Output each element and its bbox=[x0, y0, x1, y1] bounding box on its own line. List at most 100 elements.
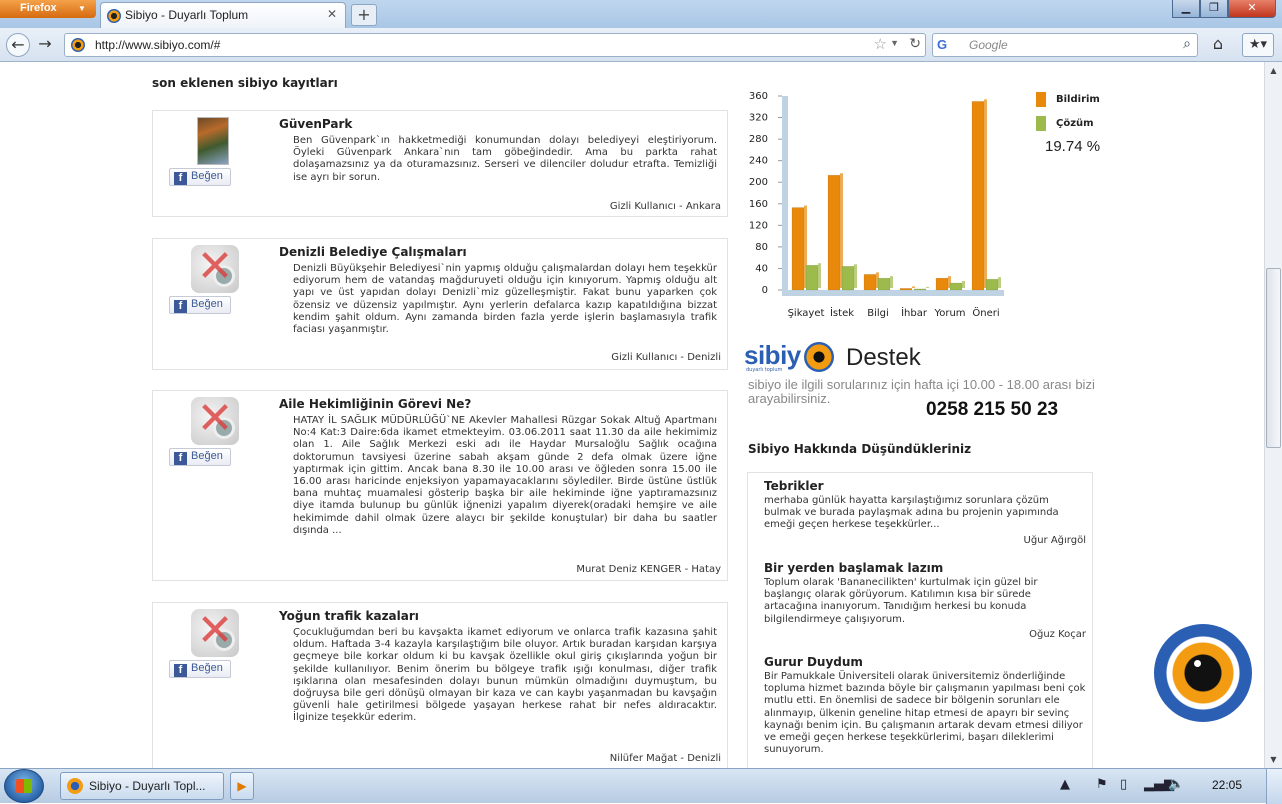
taskbar-media-player[interactable]: ▶ bbox=[230, 772, 254, 800]
feed-heading: son eklenen sibiyo kayıtları bbox=[152, 76, 338, 90]
url-text: http://www.sibiyo.com/# bbox=[95, 38, 221, 52]
no-image-placeholder-icon: ✕ bbox=[191, 397, 239, 445]
logo-tagline: duyarlı toplum bbox=[746, 367, 783, 373]
bar bbox=[841, 266, 855, 291]
title-bar: Firefox ▼ Sibiyo - Duyarlı Toplum ✕ + ▁ … bbox=[0, 0, 1282, 28]
chart-wall bbox=[782, 96, 788, 296]
record-author: Nilüfer Mağat - Denizli bbox=[609, 753, 721, 764]
record-title[interactable]: Aile Hekimliğinin Görevi Ne? bbox=[279, 397, 471, 411]
close-tab-icon[interactable]: ✕ bbox=[327, 7, 337, 21]
bookmark-star-icon[interactable]: ☆ bbox=[874, 35, 887, 53]
record-title[interactable]: Denizli Belediye Çalışmaları bbox=[279, 245, 467, 259]
bar-side bbox=[890, 276, 893, 288]
web-page: son eklenen sibiyo kayıtları f Beğen Güve… bbox=[0, 62, 1264, 768]
record-card[interactable]: ✕ f Beğen Aile Hekimliğinin Görevi Ne? HA… bbox=[152, 390, 728, 581]
legend-label: Çözüm bbox=[1056, 118, 1094, 129]
history-dropdown-icon[interactable]: ▼ bbox=[890, 38, 899, 48]
opinion-author: Oğuz Koçar bbox=[1029, 628, 1086, 640]
back-button[interactable]: ← bbox=[6, 33, 30, 57]
firefox-menu-button[interactable]: Firefox ▼ bbox=[0, 0, 96, 18]
record-body: HATAY İL SAĞLIK MÜDÜRLÜĞÜ`NE Akevler Mah… bbox=[293, 415, 717, 536]
chart-floor bbox=[788, 290, 1004, 296]
scroll-down-arrow-icon[interactable]: ▼ bbox=[1265, 751, 1282, 768]
scroll-up-arrow-icon[interactable]: ▲ bbox=[1265, 62, 1282, 79]
opinion-title: Gurur Duydum bbox=[764, 655, 863, 669]
record-photo[interactable] bbox=[197, 117, 229, 165]
vertical-scrollbar[interactable]: ▲ ▼ bbox=[1264, 62, 1282, 768]
bar bbox=[827, 174, 841, 291]
sibiyo-eye-logo-icon bbox=[804, 342, 834, 372]
y-tick-label: 0 bbox=[762, 285, 768, 296]
legend-swatch bbox=[1036, 92, 1046, 107]
start-button[interactable] bbox=[4, 769, 44, 803]
opinion-title: Bir yerden başlamak lazım bbox=[764, 561, 944, 575]
facebook-icon: f bbox=[174, 664, 187, 677]
facebook-like-button[interactable]: f Beğen bbox=[169, 168, 231, 186]
x-tick-label: Yorum bbox=[933, 308, 965, 319]
reload-icon[interactable]: ↻ bbox=[909, 35, 921, 52]
record-body: Denizli Büyükşehir Belediyesi`nin yapmış… bbox=[293, 263, 717, 336]
tab-title: Sibiyo - Duyarlı Toplum bbox=[125, 8, 249, 22]
site-identity-icon[interactable] bbox=[71, 38, 85, 52]
y-tick-label: 240 bbox=[749, 156, 768, 167]
like-label: Beğen bbox=[191, 450, 223, 462]
bar-side bbox=[926, 286, 929, 288]
facebook-like-button[interactable]: f Beğen bbox=[169, 296, 231, 314]
bar bbox=[863, 274, 877, 291]
y-tick-label: 40 bbox=[755, 263, 768, 274]
search-input[interactable]: G Google ⌕ bbox=[932, 33, 1198, 57]
x-tick-label: Öneri bbox=[972, 306, 999, 319]
close-window-button[interactable]: ✕ bbox=[1228, 0, 1276, 18]
bar bbox=[791, 207, 805, 291]
browser-tab[interactable]: Sibiyo - Duyarlı Toplum ✕ bbox=[100, 2, 346, 28]
facebook-like-button[interactable]: f Beğen bbox=[169, 448, 231, 466]
y-tick-label: 360 bbox=[749, 91, 768, 102]
search-icon[interactable]: ⌕ bbox=[1183, 35, 1191, 52]
record-card[interactable]: ✕ f Beğen Denizli Belediye Çalışmaları De… bbox=[152, 238, 728, 370]
like-label: Beğen bbox=[191, 170, 223, 182]
tray-expand-icon[interactable]: ▲ bbox=[1060, 777, 1070, 792]
record-body: Çocukluğumdan beri bu kavşakta ikamet ed… bbox=[293, 627, 717, 724]
bar bbox=[805, 264, 819, 291]
action-center-flag-icon[interactable]: ⚑ bbox=[1096, 777, 1108, 792]
opinion-author: Uğur Ağırgöl bbox=[1023, 534, 1086, 546]
facebook-like-button[interactable]: f Beğen bbox=[169, 660, 231, 678]
record-author: Murat Deniz KENGER - Hatay bbox=[576, 564, 721, 575]
url-bar[interactable]: http://www.sibiyo.com/# ☆ ▼ ↻ bbox=[64, 33, 926, 57]
taskbar-firefox-window[interactable]: Sibiyo - Duyarlı Topl... bbox=[60, 772, 224, 800]
opinion-item: Bir yerden başlamak lazım Toplum olarak … bbox=[764, 561, 1086, 640]
y-tick-label: 320 bbox=[749, 113, 768, 124]
y-tick-label: 280 bbox=[749, 134, 768, 145]
bar bbox=[899, 288, 913, 291]
new-tab-button[interactable]: + bbox=[351, 4, 377, 26]
clock[interactable]: 22:05 bbox=[1212, 778, 1242, 792]
forward-button[interactable]: → bbox=[33, 33, 57, 57]
show-desktop-button[interactable] bbox=[1266, 769, 1282, 804]
x-tick-label: Bilgi bbox=[867, 308, 889, 319]
volume-icon[interactable]: 🔈 bbox=[1168, 777, 1184, 792]
google-engine-icon[interactable]: G bbox=[937, 37, 947, 52]
home-button[interactable]: ⌂ bbox=[1206, 33, 1230, 57]
opinions-list: Tebrikler merhaba günlük hayatta karşıla… bbox=[747, 472, 1093, 768]
power-icon[interactable]: ▯ bbox=[1120, 777, 1127, 792]
minimize-button[interactable]: ▁ bbox=[1172, 0, 1200, 18]
bookmarks-menu-button[interactable]: ★▾ bbox=[1242, 33, 1274, 57]
y-tick-label: 80 bbox=[755, 242, 768, 253]
record-card[interactable]: f Beğen GüvenPark Ben Güvenpark`ın hakket… bbox=[152, 110, 728, 217]
windows-taskbar: Sibiyo - Duyarlı Topl... ▶ ▲ ⚑ ▯ ▂▄▆ 🔈 2… bbox=[0, 768, 1282, 804]
sibiyo-eye-badge-icon[interactable] bbox=[1154, 624, 1252, 722]
maximize-button[interactable]: ❐ bbox=[1200, 0, 1228, 18]
record-title[interactable]: Yoğun trafik kazaları bbox=[279, 609, 419, 623]
record-title[interactable]: GüvenPark bbox=[279, 117, 352, 131]
taskbar-window-title: Sibiyo - Duyarlı Topl... bbox=[89, 779, 206, 793]
chevron-down-icon: ▼ bbox=[78, 4, 86, 13]
record-card[interactable]: ✕ f Beğen Yoğun trafik kazaları Çocukluğu… bbox=[152, 602, 728, 768]
bar bbox=[877, 277, 891, 291]
opinion-body: Toplum olarak 'Bananecilikten' kurtulmak… bbox=[764, 577, 1038, 625]
facebook-icon: f bbox=[174, 172, 187, 185]
bar-side bbox=[962, 280, 965, 288]
x-tick-label: Şikayet bbox=[788, 308, 825, 319]
bar bbox=[913, 288, 927, 291]
bar bbox=[949, 282, 963, 291]
scrollbar-thumb[interactable] bbox=[1266, 268, 1281, 448]
